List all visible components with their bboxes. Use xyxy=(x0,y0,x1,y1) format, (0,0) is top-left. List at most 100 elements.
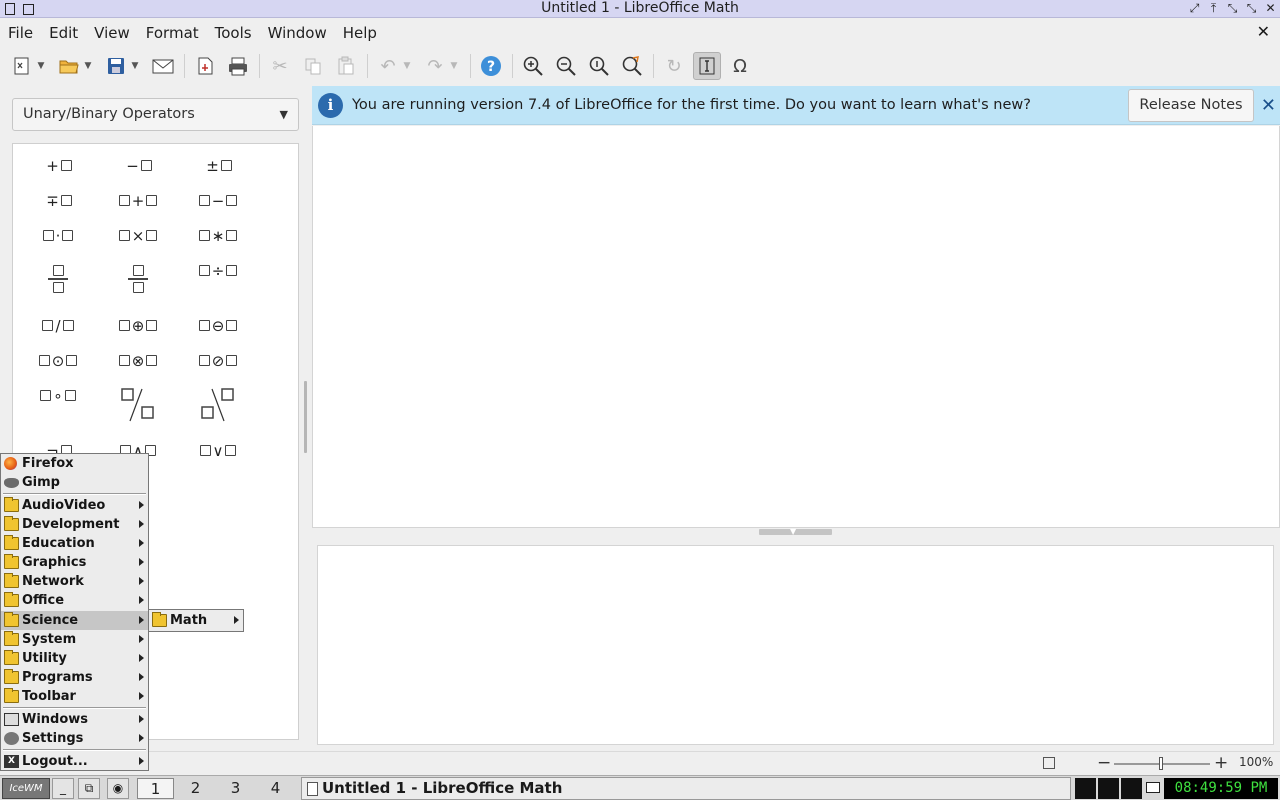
element-item[interactable]: ⊙ xyxy=(28,351,88,370)
panel-splitter-handle[interactable] xyxy=(304,381,307,453)
zoom-slider[interactable]: − + xyxy=(1097,752,1228,776)
release-notes-button[interactable]: Release Notes xyxy=(1128,89,1254,122)
export-pdf-icon[interactable] xyxy=(191,52,219,80)
window-close-icon[interactable]: ✕ xyxy=(1263,1,1278,15)
zoom-out-icon[interactable] xyxy=(552,52,580,80)
workspace-4[interactable]: 4 xyxy=(257,778,294,799)
formula-cursor-icon[interactable] xyxy=(693,52,721,80)
start-menu-item-gimp[interactable]: Gimp xyxy=(1,473,148,492)
start-menu-item-logout[interactable]: X Logout... xyxy=(1,752,148,771)
element-item[interactable]: ⊕ xyxy=(108,316,168,335)
rollup-icon[interactable]: ⤡ xyxy=(1244,1,1259,15)
maximize-icon[interactable]: ⤢ xyxy=(1187,1,1202,15)
new-document-icon[interactable] xyxy=(8,52,36,80)
start-menu-item-settings[interactable]: Settings xyxy=(1,729,148,748)
element-item[interactable]: ⊗ xyxy=(108,351,168,370)
start-menu-item-network[interactable]: Network xyxy=(1,572,148,591)
email-icon[interactable] xyxy=(149,52,177,80)
start-menu-item-firefox[interactable]: Firefox xyxy=(1,454,148,473)
update-icon[interactable]: ↻ xyxy=(660,52,688,80)
start-menu-item-toolbar[interactable]: Toolbar xyxy=(1,687,148,706)
show-desktop-icon[interactable]: _ xyxy=(52,778,74,799)
element-item[interactable]: ∨ xyxy=(188,441,248,460)
copy-icon[interactable] xyxy=(299,52,327,80)
save-icon[interactable] xyxy=(102,52,130,80)
element-item[interactable]: ⊘ xyxy=(188,351,248,370)
minimize-icon[interactable]: ⤡ xyxy=(1225,1,1240,15)
menu-file[interactable]: File xyxy=(0,24,41,42)
menu-help[interactable]: Help xyxy=(335,24,385,42)
infobar-close-icon[interactable]: ✕ xyxy=(1261,95,1276,116)
menu-edit[interactable]: Edit xyxy=(41,24,86,42)
element-item[interactable]: − xyxy=(108,156,168,175)
element-item[interactable]: ∓ xyxy=(28,191,88,210)
start-button[interactable]: IceWM xyxy=(2,778,50,799)
show-all-icon[interactable] xyxy=(618,52,646,80)
element-item[interactable]: + xyxy=(28,156,88,175)
zoom-percentage[interactable]: 100% xyxy=(1239,755,1273,769)
placeholder-box xyxy=(40,390,52,401)
view-splitter[interactable]: ▼ xyxy=(312,527,1280,538)
start-menu-item-science[interactable]: Science xyxy=(1,611,148,630)
menu-format[interactable]: Format xyxy=(138,24,207,42)
cut-icon[interactable]: ✂ xyxy=(266,52,294,80)
raise-icon[interactable]: ⤒ xyxy=(1206,1,1221,15)
element-item[interactable]: × xyxy=(108,226,168,245)
zoom-out-icon[interactable]: − xyxy=(1097,753,1111,773)
help-icon[interactable]: ? xyxy=(477,52,505,80)
element-item-wide-slash[interactable] xyxy=(188,387,248,427)
element-item[interactable]: ∗ xyxy=(188,226,248,245)
open-folder-icon[interactable] xyxy=(55,52,83,80)
zoom-in-icon[interactable] xyxy=(519,52,547,80)
element-item[interactable]: · xyxy=(28,226,88,245)
browser-launcher-icon[interactable]: ◉ xyxy=(107,778,129,799)
start-menu-item-development[interactable]: Development xyxy=(1,515,148,534)
element-item[interactable]: + xyxy=(108,191,168,210)
start-menu-item-audiovideo[interactable]: AudioVideo xyxy=(1,496,148,515)
zoom-thumb[interactable] xyxy=(1159,757,1163,770)
element-item[interactable]: / xyxy=(28,316,88,335)
print-icon[interactable] xyxy=(224,52,252,80)
element-item[interactable]: ± xyxy=(188,156,248,175)
redo-icon[interactable]: ↷ xyxy=(421,52,449,80)
save-dropdown-icon[interactable]: ▼ xyxy=(129,52,141,80)
element-item[interactable]: ⊖ xyxy=(188,316,248,335)
paste-icon[interactable] xyxy=(332,52,360,80)
undo-icon[interactable]: ↶ xyxy=(374,52,402,80)
folder-icon xyxy=(4,516,19,531)
start-menu-item-graphics[interactable]: Graphics xyxy=(1,553,148,572)
taskbar-task-libreoffice[interactable]: Untitled 1 - LibreOffice Math xyxy=(301,777,1071,800)
mail-icon[interactable] xyxy=(1146,782,1160,793)
menu-view[interactable]: View xyxy=(86,24,138,42)
close-document-icon[interactable]: ✕ xyxy=(1257,22,1270,41)
start-menu-item-utility[interactable]: Utility xyxy=(1,649,148,668)
workspace-1[interactable]: 1 xyxy=(137,778,174,799)
start-menu-item-education[interactable]: Education xyxy=(1,534,148,553)
start-menu-item-programs[interactable]: Programs xyxy=(1,668,148,687)
start-menu-item-windows[interactable]: Windows xyxy=(1,710,148,729)
symbols-icon[interactable]: Ω xyxy=(726,52,754,80)
element-category-dropdown[interactable]: Unary/Binary Operators ▼ xyxy=(12,98,299,131)
workspace-2[interactable]: 2 xyxy=(177,778,214,799)
new-document-dropdown-icon[interactable]: ▼ xyxy=(35,52,47,80)
element-item[interactable]: ÷ xyxy=(188,261,248,280)
start-menu-item-office[interactable]: Office xyxy=(1,591,148,610)
element-item[interactable]: − xyxy=(188,191,248,210)
start-menu-item-system[interactable]: System xyxy=(1,630,148,649)
open-dropdown-icon[interactable]: ▼ xyxy=(82,52,94,80)
zoom-in-icon[interactable]: + xyxy=(1214,753,1228,773)
undo-dropdown-icon[interactable]: ▼ xyxy=(401,52,413,80)
workspace-3[interactable]: 3 xyxy=(217,778,254,799)
element-item[interactable]: ∘ xyxy=(28,386,88,405)
formula-command-editor[interactable] xyxy=(317,545,1274,745)
menu-tools[interactable]: Tools xyxy=(207,24,260,42)
menu-window[interactable]: Window xyxy=(260,24,335,42)
element-item-wide-slash[interactable] xyxy=(108,387,168,427)
element-item-fraction[interactable] xyxy=(28,262,88,293)
formula-document-view[interactable] xyxy=(312,126,1280,528)
submenu-item-math[interactable]: Math xyxy=(149,611,243,630)
element-item-fraction[interactable] xyxy=(108,262,168,293)
zoom-100-icon[interactable] xyxy=(585,52,613,80)
window-list-icon[interactable]: ⧉ xyxy=(78,778,100,799)
redo-dropdown-icon[interactable]: ▼ xyxy=(448,52,460,80)
